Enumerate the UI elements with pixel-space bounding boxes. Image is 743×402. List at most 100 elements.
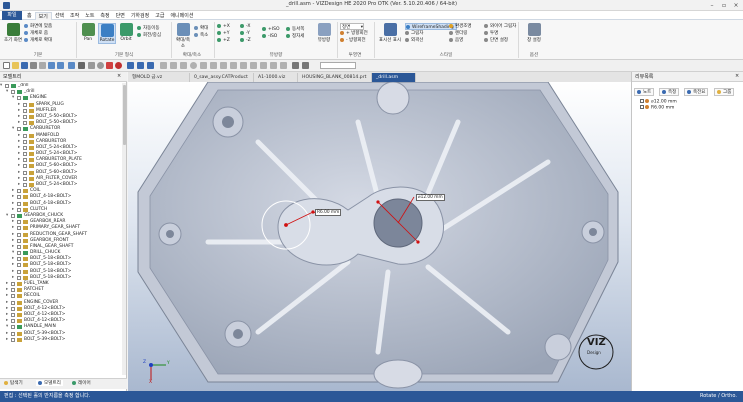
tree-checkbox[interactable] xyxy=(23,176,27,181)
magnify-object-button[interactable]: 개체로 확대 xyxy=(24,37,52,44)
tree-checkbox[interactable] xyxy=(11,337,15,342)
tree-checkbox[interactable] xyxy=(23,133,27,138)
projection-select[interactable]: 정면 ▾ xyxy=(340,23,364,30)
tree-checkbox[interactable] xyxy=(17,244,21,249)
tree-checkbox[interactable] xyxy=(17,201,21,206)
tree-node[interactable]: ▸ BOLT_5-39<BOLT> xyxy=(0,337,122,343)
close-icon[interactable]: × xyxy=(730,0,742,11)
tree-checkbox[interactable] xyxy=(11,312,15,317)
review-item-checkbox[interactable] xyxy=(640,105,644,109)
properties-icon[interactable] xyxy=(39,62,46,69)
doc-tab[interactable]: 형MOLD 금.vz xyxy=(128,73,190,82)
tree-checkbox[interactable] xyxy=(17,195,21,200)
menu-tab-view[interactable]: 보기 xyxy=(34,12,52,20)
view-minus-z-button[interactable]: -Z xyxy=(240,37,251,44)
group-button[interactable]: 그룹 xyxy=(714,88,735,96)
print-icon[interactable] xyxy=(30,62,37,69)
stamp-icon[interactable] xyxy=(250,62,257,69)
view-orthogonal-button[interactable]: 정자세 xyxy=(286,33,304,40)
tree-checkbox[interactable] xyxy=(17,189,21,194)
arc-icon[interactable] xyxy=(210,62,217,69)
fit-to-screen-button[interactable]: 화면에 맞춤 xyxy=(24,23,52,30)
view-east-west-button[interactable]: 동서쪽 xyxy=(286,26,304,33)
file-menu-button[interactable]: 파일 xyxy=(2,11,22,20)
tab-layer[interactable]: 레이어 xyxy=(72,380,91,386)
tab-explorer[interactable]: 탐색기 xyxy=(4,380,23,386)
view-direction-button[interactable]: 뷰방향 xyxy=(314,23,334,43)
section-settings-button[interactable]: 단면 설정 xyxy=(484,37,516,44)
rectangle-icon[interactable] xyxy=(180,62,187,69)
tree-checkbox[interactable] xyxy=(23,108,27,113)
measure-button[interactable]: 측정 xyxy=(659,88,680,96)
view-minus-iso-button[interactable]: -ISO xyxy=(262,33,280,40)
toolbar-input[interactable] xyxy=(320,62,356,69)
pan-button[interactable]: Pan xyxy=(79,23,97,42)
menu-tab-manipulate[interactable]: 조작 xyxy=(67,12,82,20)
orbit-button[interactable]: Orbit xyxy=(117,23,135,42)
menu-tab-note[interactable]: 노트 xyxy=(82,12,97,20)
wire-shadow-button[interactable]: 와이어 그림자 xyxy=(484,23,516,30)
text-tool-icon[interactable] xyxy=(292,62,299,69)
review-item[interactable]: R6.00 mm xyxy=(640,105,677,111)
tree-checkbox[interactable] xyxy=(17,207,21,212)
tree-expander-icon[interactable]: ▸ xyxy=(6,337,8,343)
open-folder-icon[interactable] xyxy=(12,62,19,69)
snapshot-icon[interactable] xyxy=(68,62,75,69)
pen-icon[interactable] xyxy=(170,62,177,69)
menu-tab-home[interactable]: 홈 xyxy=(24,12,35,20)
view-plus-x-button[interactable]: +X xyxy=(217,23,230,30)
tree-checkbox[interactable] xyxy=(17,226,21,231)
ruler-icon[interactable] xyxy=(147,62,154,69)
tree-checkbox[interactable] xyxy=(17,257,21,262)
tree-checkbox[interactable] xyxy=(17,269,21,274)
font-icon[interactable] xyxy=(302,62,309,69)
note-button[interactable]: 노트 xyxy=(634,88,655,96)
tree-checkbox[interactable] xyxy=(11,331,15,336)
dimension-label-radius[interactable]: R6.00 mm xyxy=(315,209,342,216)
minimize-icon[interactable]: – xyxy=(706,0,718,11)
view-minus-x-button[interactable]: -X xyxy=(240,23,251,30)
tree-checkbox[interactable] xyxy=(11,213,15,218)
zoom-tool-button[interactable]: 확대/축소 xyxy=(174,23,192,49)
panel-close-icon[interactable]: × xyxy=(735,73,739,79)
tree-checkbox[interactable] xyxy=(23,170,27,175)
tree-checkbox[interactable] xyxy=(23,139,27,144)
rendering-button[interactable]: 렌더링 xyxy=(449,30,472,37)
tree-checkbox[interactable] xyxy=(17,96,21,101)
menu-tab-measure[interactable]: 측정 xyxy=(97,12,112,20)
measure-icon[interactable] xyxy=(127,62,134,69)
view-minus-y-button[interactable]: -Y xyxy=(240,30,251,37)
line-style-icon[interactable] xyxy=(160,62,167,69)
rotate-button[interactable]: Rotate xyxy=(98,23,116,44)
circle-icon[interactable] xyxy=(97,62,104,69)
tree-checkbox[interactable] xyxy=(11,325,15,330)
tree-checkbox[interactable] xyxy=(11,300,15,305)
tree-checkbox[interactable] xyxy=(23,183,27,187)
zoom-out-button[interactable]: 축소 xyxy=(194,32,208,39)
tab-model-tree[interactable]: 모델트리 xyxy=(36,380,63,386)
menu-tab-animation[interactable]: 애니메이션 xyxy=(167,12,196,20)
menu-tab-section[interactable]: 단면 xyxy=(113,12,128,20)
save-icon[interactable] xyxy=(21,62,28,69)
cloud-icon[interactable] xyxy=(230,62,237,69)
tree-checkbox[interactable] xyxy=(17,238,21,243)
redo-icon[interactable] xyxy=(57,62,64,69)
plus-rotate-button[interactable]: + 방향회전 xyxy=(340,30,368,37)
axis-button[interactable]: 축전요 xyxy=(684,88,709,96)
note-icon[interactable] xyxy=(240,62,247,69)
transparency-button[interactable]: 투명 xyxy=(484,30,516,37)
select-arrow-icon[interactable] xyxy=(78,62,85,69)
tree-checkbox[interactable] xyxy=(17,220,21,225)
record-icon[interactable] xyxy=(106,62,113,69)
panel-close-icon[interactable]: × xyxy=(117,73,121,79)
tree-checkbox[interactable] xyxy=(23,114,27,119)
tree-checkbox[interactable] xyxy=(11,90,15,95)
shade-button[interactable]: 음영 xyxy=(449,37,472,44)
doc-tab[interactable]: A1-1000.viz xyxy=(254,73,298,82)
rotate-center-button[interactable]: 회전/중심 xyxy=(137,32,161,39)
tree-checkbox[interactable] xyxy=(23,121,27,126)
line-icon[interactable] xyxy=(88,62,95,69)
symbol-icon[interactable] xyxy=(270,62,277,69)
menu-tab-geometry-check[interactable]: 기하검정 xyxy=(128,12,152,20)
tree-scrollbar[interactable] xyxy=(122,83,126,375)
